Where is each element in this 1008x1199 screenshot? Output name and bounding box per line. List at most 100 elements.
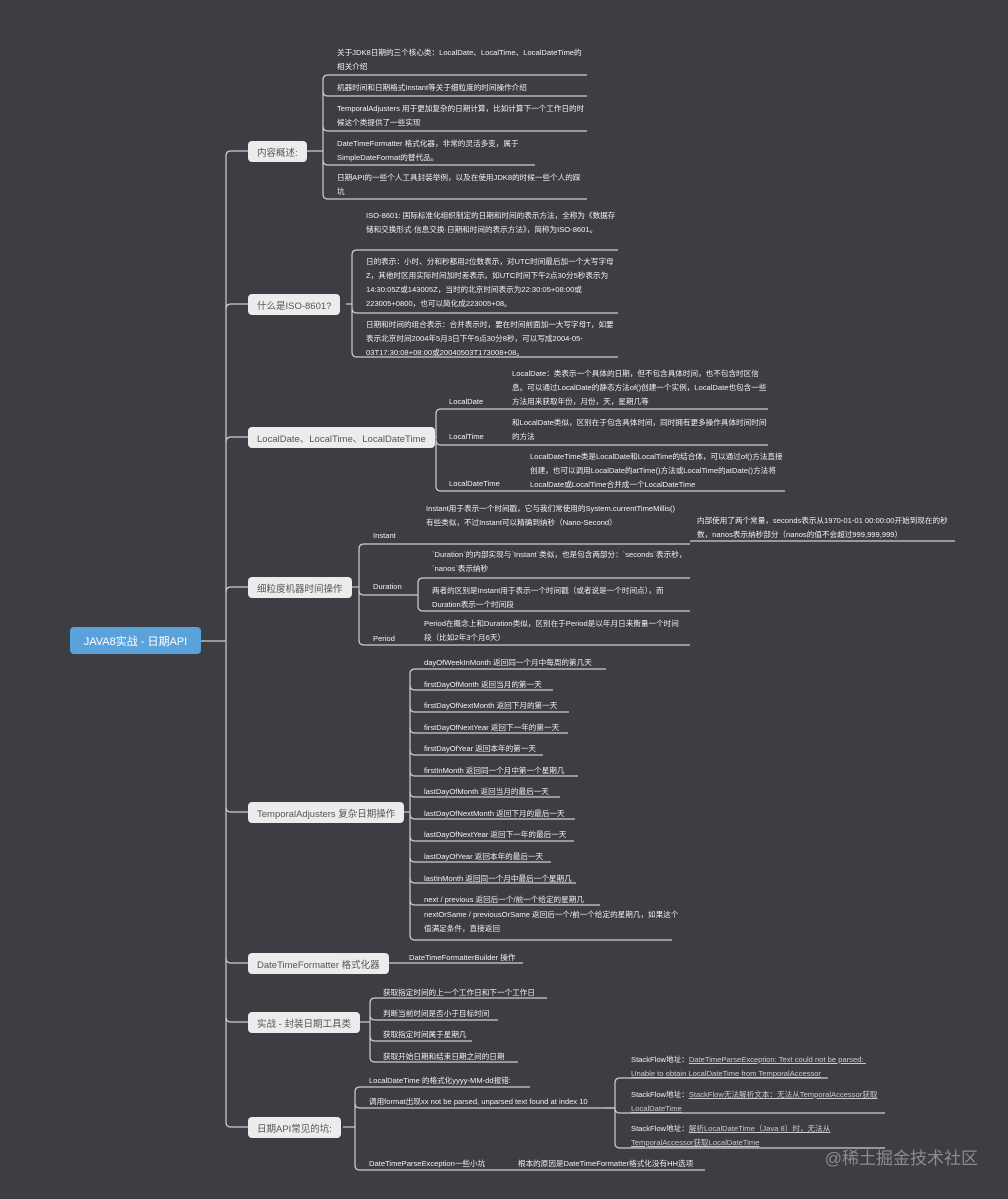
branch [614,1107,621,1114]
desc-localdate[interactable]: LocalDate：类表示一个具体的日期，但不包含具体时间，也不包含时区信息。可… [512,367,767,409]
label-localdate[interactable]: LocalDate [449,397,483,406]
overview-item[interactable]: TemporalAdjusters 用于更加复杂的日期计算，比如计算下一个工作日… [337,102,587,130]
branch [351,249,358,256]
root-branch [225,586,248,593]
practice-item[interactable]: 获取指定时间的上一个工作日和下一个工作日 [383,987,535,998]
label-localdatetime[interactable]: LocalDateTime [449,479,500,488]
adjuster-item[interactable]: firstDayOfYear 返回本年的第一天 [424,743,536,754]
label-instant[interactable]: Instant [373,531,396,540]
practice-item[interactable]: 判断当前时间是否小于目标时间 [383,1008,489,1019]
overview-item[interactable]: DateTimeFormatter 格式化器，非常的灵活多变，属于SimpleD… [337,137,537,165]
label-duration[interactable]: Duration [373,582,402,591]
branch [409,877,416,884]
adjuster-item[interactable]: lastDayOfNextYear 返回下一年的最后一天 [424,829,566,840]
pitfall-item[interactable]: LocalDateTime 的格式化yyyy-MM-dd报错: [369,1075,511,1086]
branch [369,1035,376,1042]
adjuster-item[interactable]: firstInMonth 返回同一个月中第一个星期几 [424,765,565,776]
stackflow-item[interactable]: StackFlow地址：StackFlow无法解析文本：无法从TemporalA… [631,1088,889,1116]
branch [354,1086,361,1093]
desc-duration-1[interactable]: `Duration`的内部实现与`Instant`类似，也是包含两部分：`sec… [432,548,690,576]
desc-duration-2[interactable]: 两者的区别是Instant用于表示一个时间戳（或者说是一个时间点），而Durat… [432,584,690,612]
adjuster-item[interactable]: firstDayOfNextMonth 返回下月的第一天 [424,700,557,711]
adjuster-item[interactable]: lastDayOfYear 返回本年的最后一天 [424,851,543,862]
topic-temporal-adjusters[interactable]: TemporalAdjusters 复杂日期操作 [248,802,405,823]
instant-detail[interactable]: 内部使用了两个常量，seconds表示从1970-01-01 00:00:00开… [697,514,955,542]
branch [409,934,416,941]
branch [322,90,329,97]
overview-item[interactable]: 机器时间和日期格式Instant等关于细粒度的时间操作介绍 [337,81,587,95]
stackflow-prefix: StackFlow地址： [631,1090,689,1099]
branch [322,193,329,200]
pitfall-item[interactable]: 调用format出现xx not be parsed, unparsed tex… [369,1096,588,1107]
adjuster-item[interactable]: lastInMonth 返回同一个月中最后一个星期几 [424,873,572,884]
adjuster-item[interactable]: nextOrSame / previousOrSame 返回后一个/前一个给定的… [424,908,679,936]
root-topic[interactable]: JAVA8实战 - 日期API [70,627,201,654]
topic-overview[interactable]: 内容概述: [248,141,307,162]
branch [409,706,416,713]
branch [409,727,416,734]
iso-item[interactable]: 日期和时间的组合表示：合并表示时，要在时间前面加一大写字母T，如要表示北京时间2… [366,318,618,360]
branch [354,1102,361,1109]
branch [351,351,358,358]
watermark: @稀土掘金技术社区 [824,1149,978,1168]
root-branch [225,436,248,443]
topic-local-classes[interactable]: LocalDate、LocalTime、LocalDateTime [248,427,435,448]
desc-localtime[interactable]: 和LocalDate类似，区别在于包含具体时间，同时拥有更多操作具体时间时间的方… [512,416,767,444]
stackflow-item[interactable]: StackFlow地址：DateTimeParseException: Text… [631,1053,889,1081]
adjuster-item[interactable]: firstDayOfMonth 返回当月的第一天 [424,679,542,690]
practice-item[interactable]: 获取开始日期和结束日期之间的日期 [383,1051,505,1062]
branch [435,408,442,415]
topic-pitfalls[interactable]: 日期API常见的坑: [248,1117,341,1138]
adjuster-item[interactable]: dayOfWeekInMonth 返回同一个月中每周的第几天 [424,657,592,668]
adjuster-item[interactable]: next / previous 返回后一个/前一个给定的星期几 [424,894,584,905]
branch [369,1056,376,1063]
branch [322,125,329,132]
label-localtime[interactable]: LocalTime [449,432,484,441]
branch [369,997,376,1004]
desc-period[interactable]: Period在概念上和Duration类似，区别在于Period是以年月日来衡量… [424,617,682,645]
topic-machine-time[interactable]: 细粒度机器时间操作 [248,577,352,598]
stackflow-prefix: StackFlow地址： [631,1124,689,1133]
branch [435,439,442,446]
branch [322,159,329,166]
label-period[interactable]: Period [373,634,395,643]
branch [369,1014,376,1021]
branch [351,307,358,314]
desc-localdatetime[interactable]: LocalDateTime类是LocalDate和LocalTime的结合体，可… [530,450,785,492]
branch [435,485,442,492]
adjuster-item[interactable]: lastDayOfNextMonth 返回下月的最后一天 [424,808,565,819]
root-branch [225,150,248,157]
topic-datetimeformatter[interactable]: DateTimeFormatter 格式化器 [248,953,389,974]
root-branch [225,1016,248,1023]
topic-practice[interactable]: 实战 - 封装日期工具类 [248,1012,360,1033]
overview-item[interactable]: 日期API的一些个人工具封装举例，以及在使用JDK8的时候一些个人的踩坑 [337,171,587,199]
branch [322,74,329,81]
branch [409,749,416,756]
branch [358,589,365,596]
iso-item[interactable]: ISO-8601: 国际标准化组织制定的日期和时间的表示方法，全称为《数据存储和… [366,209,618,237]
branch [409,770,416,777]
desc-instant[interactable]: Instant用于表示一个时间戳，它与我们常使用的System.currentT… [426,502,681,530]
branch [409,856,416,863]
branch [409,813,416,820]
root-branch [225,1121,248,1128]
branch [409,668,416,675]
branch [409,791,416,798]
root-branch [225,957,248,964]
overview-item[interactable]: 关于JDK8日期的三个核心类：LocalDate、LocalTime、Local… [337,46,587,74]
formatter-builder[interactable]: DateTimeFormatterBuilder 操作 [409,952,515,963]
adjuster-item[interactable]: lastDayOfMonth 返回当月的最后一天 [424,786,549,797]
iso-item[interactable]: 日的表示：小时、分和秒都用2位数表示，对UTC时间最后加一个大写字母Z，其他时区… [366,255,618,311]
pitfall-item[interactable]: DateTimeParseException一些小坑 [369,1158,485,1169]
practice-item[interactable]: 获取指定时间属于星期几 [383,1029,467,1040]
pitfall-cause[interactable]: 根本的原因是DateTimeFormatter格式化没有HH选项 [518,1158,693,1169]
adjuster-item[interactable]: firstDayOfNextYear 返回下一年的第一天 [424,722,559,733]
root-branch [225,806,248,813]
branch [358,543,365,550]
stackflow-prefix: StackFlow地址： [631,1055,689,1064]
branch [354,1164,361,1171]
root-branch [225,303,248,310]
branch [417,605,424,612]
branch [417,577,424,584]
topic-iso8601[interactable]: 什么是ISO-8601? [248,294,341,315]
